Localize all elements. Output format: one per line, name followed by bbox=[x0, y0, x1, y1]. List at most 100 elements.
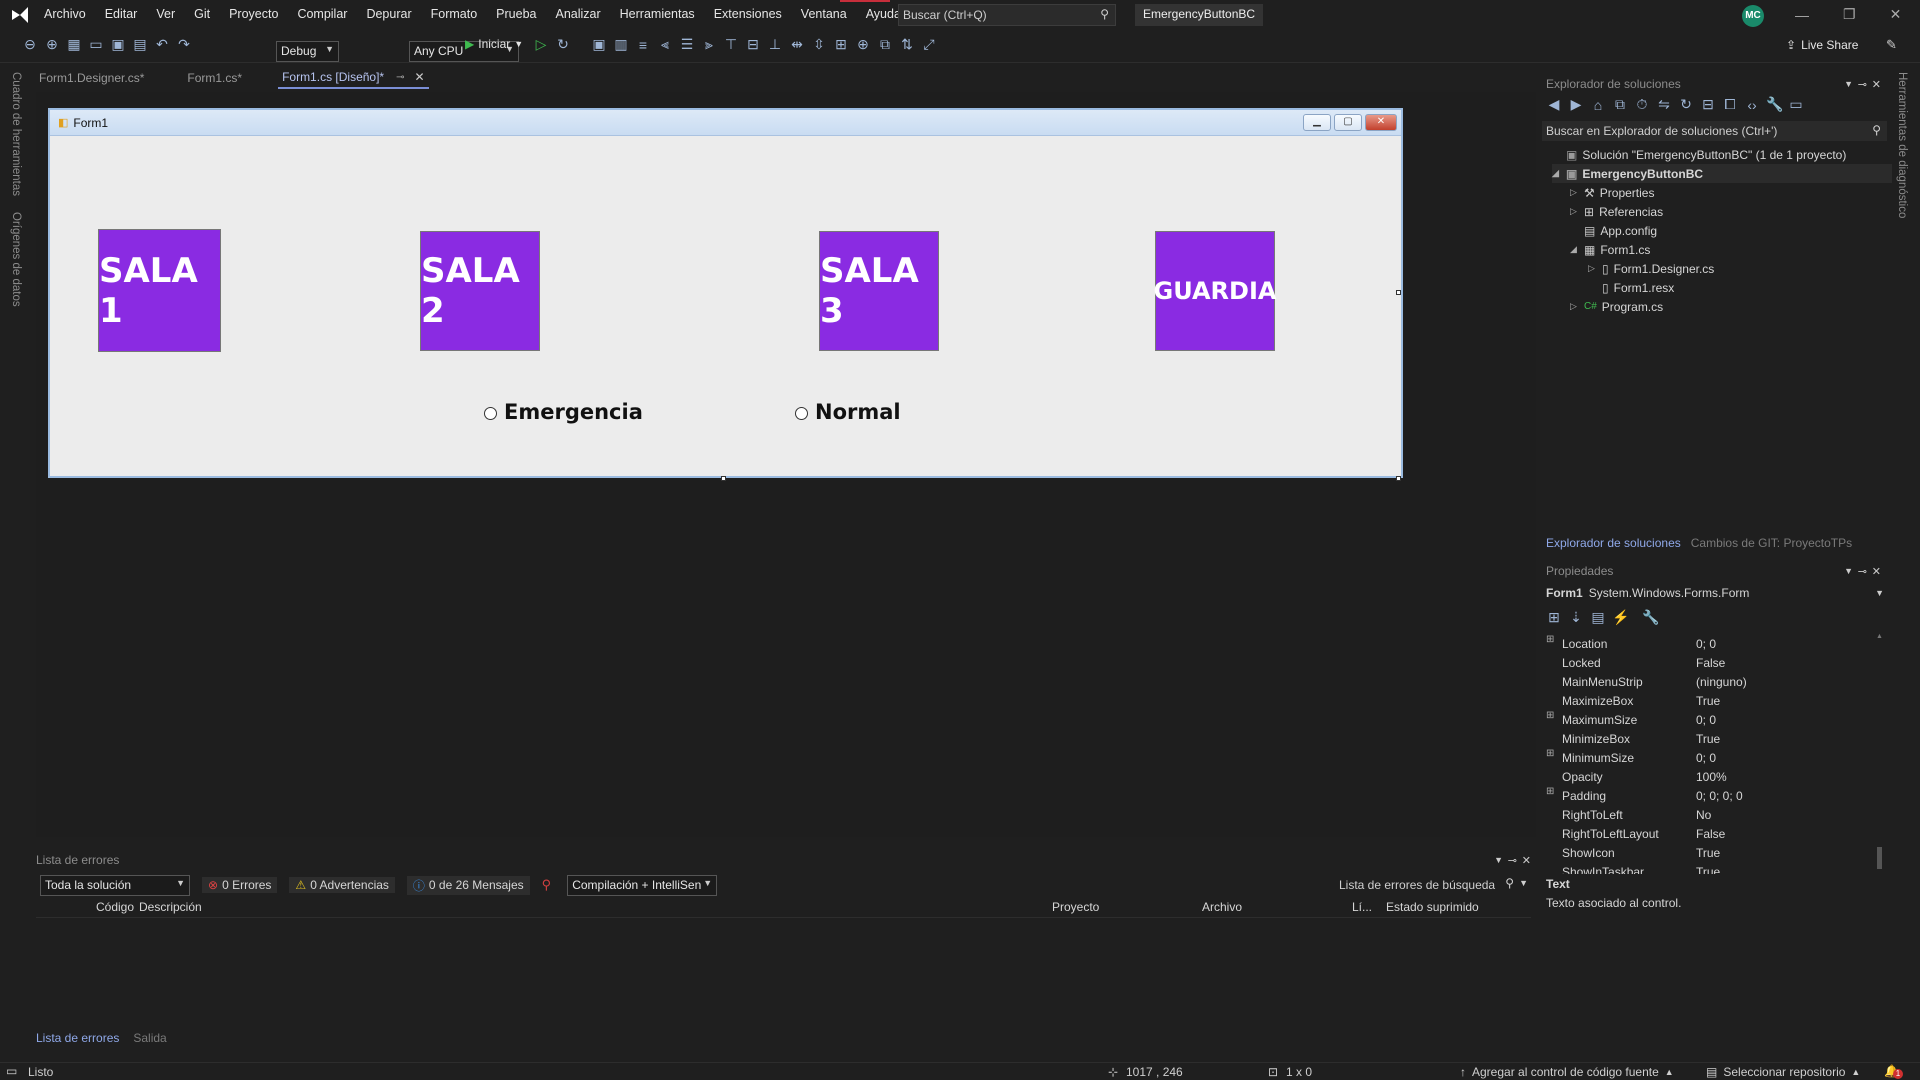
pin-icon[interactable]: ⊸ bbox=[1508, 854, 1517, 867]
errors-filter-button[interactable]: ⊗ 0 Errores bbox=[202, 877, 278, 893]
add-source-control-button[interactable]: ↑ Agregar al control de código fuente ▲ bbox=[1460, 1065, 1674, 1079]
tree-item-project[interactable]: ◢ ▣ EmergencyButtonBC bbox=[1552, 164, 1892, 183]
refresh-icon[interactable]: ↻ bbox=[1678, 96, 1694, 113]
menu-compilar[interactable]: Compilar bbox=[297, 7, 347, 21]
property-row-location[interactable]: ⊞ Location 0; 0 bbox=[1544, 634, 1884, 653]
start-button[interactable]: ▶ Iniciar ▼ bbox=[465, 37, 523, 51]
resize-handle-corner[interactable] bbox=[1396, 476, 1401, 481]
sync-icon[interactable]: ⇋ bbox=[1656, 96, 1672, 113]
menu-extensiones[interactable]: Extensiones bbox=[714, 7, 782, 21]
back-icon[interactable]: ⊖ bbox=[22, 36, 38, 53]
column-project[interactable]: Proyecto bbox=[1052, 900, 1099, 914]
close-window-icon[interactable]: ✕ bbox=[1890, 6, 1902, 23]
property-row-showintaskbar[interactable]: ShowInTaskbar True bbox=[1544, 862, 1884, 875]
categorized-icon[interactable]: ⊞ bbox=[1546, 609, 1562, 626]
menu-formato[interactable]: Formato bbox=[431, 7, 478, 21]
tab-output[interactable]: Salida bbox=[133, 1031, 166, 1045]
tab-form1-design[interactable]: Form1.cs [Diseño]* ⊸ ✕ bbox=[278, 67, 429, 89]
alphabetical-icon[interactable]: ⇣ bbox=[1568, 609, 1584, 626]
property-row-minimumsize[interactable]: ⊞ MinimumSize 0; 0 bbox=[1544, 748, 1884, 767]
align-left-icon[interactable]: ⫷ bbox=[657, 36, 673, 53]
tree-item-form1-cs[interactable]: ◢ ▦ Form1.cs bbox=[1552, 240, 1892, 259]
tab-form1-designer-cs[interactable]: Form1.Designer.cs* bbox=[39, 67, 144, 89]
warnings-filter-button[interactable]: ⚠ 0 Advertencias bbox=[289, 877, 395, 893]
tree-item-solution[interactable]: ▣ Solución "EmergencyButtonBC" (1 de 1 pr… bbox=[1552, 145, 1892, 164]
property-row-maximizebox[interactable]: MaximizeBox True bbox=[1544, 691, 1884, 710]
menu-ventana[interactable]: Ventana bbox=[801, 7, 847, 21]
browser-icon[interactable]: ▣ bbox=[591, 36, 607, 53]
tab-form1-cs[interactable]: Form1.cs* bbox=[187, 67, 242, 89]
property-value[interactable]: No bbox=[1696, 808, 1711, 822]
size-icon[interactable]: ⇳ bbox=[811, 36, 827, 53]
property-pages-icon[interactable]: 🔧 bbox=[1642, 609, 1659, 626]
property-value[interactable]: False bbox=[1696, 827, 1725, 841]
chevron-down-icon[interactable]: ▼ bbox=[1844, 566, 1853, 576]
format-icon[interactable]: ⤢ bbox=[921, 36, 937, 53]
messages-filter-button[interactable]: ⓘ 0 de 26 Mensajes bbox=[406, 875, 530, 895]
property-row-minimizebox[interactable]: MinimizeBox True bbox=[1544, 729, 1884, 748]
chevron-down-icon[interactable]: ▼ bbox=[1494, 855, 1503, 865]
align-icon[interactable]: ≡ bbox=[635, 37, 651, 53]
resize-handle-right[interactable] bbox=[1396, 290, 1401, 295]
save-icon[interactable]: ▣ bbox=[110, 36, 126, 53]
close-tab-icon[interactable]: ✕ bbox=[414, 70, 424, 84]
open-icon[interactable]: ▭ bbox=[88, 36, 104, 53]
search-box[interactable]: Buscar (Ctrl+Q) ⚲ bbox=[898, 4, 1116, 26]
property-row-mainmenustrip[interactable]: MainMenuStrip (ninguno) bbox=[1544, 672, 1884, 691]
forward-icon[interactable]: ⊕ bbox=[44, 36, 60, 53]
filter-icon[interactable]: ⚲ bbox=[542, 877, 552, 893]
diagnostic-tools-tab[interactable]: Herramientas de diagnóstico bbox=[1896, 72, 1908, 218]
property-value[interactable]: True bbox=[1696, 694, 1720, 708]
properties-scrollbar[interactable]: ▲ bbox=[1876, 633, 1883, 873]
sala-1-button[interactable]: SALA 1 bbox=[98, 229, 221, 352]
menu-depurar[interactable]: Depurar bbox=[366, 7, 411, 21]
column-suppression-state[interactable]: Estado suprimido bbox=[1386, 900, 1479, 914]
property-value[interactable]: (ninguno) bbox=[1696, 675, 1747, 689]
property-value[interactable]: 0; 0 bbox=[1696, 713, 1716, 727]
build-filter-dropdown[interactable]: Compilación + IntelliSen ▼ bbox=[567, 874, 718, 896]
radio-emergencia[interactable]: Emergencia bbox=[484, 400, 643, 424]
property-row-maximumsize[interactable]: ⊞ MaximumSize 0; 0 bbox=[1544, 710, 1884, 729]
pin-icon[interactable]: ⊸ bbox=[396, 72, 404, 83]
tree-item-program-cs[interactable]: ▷ C# Program.cs bbox=[1552, 297, 1892, 316]
zoom-icon[interactable]: ⊕ bbox=[855, 36, 871, 53]
grid-icon[interactable]: ⊞ bbox=[833, 36, 849, 53]
menu-ayuda[interactable]: Ayuda bbox=[866, 7, 901, 21]
form-close-button[interactable]: ✕ bbox=[1365, 114, 1397, 131]
start-without-debug-icon[interactable]: ▷ bbox=[533, 36, 549, 53]
property-value[interactable]: 100% bbox=[1696, 770, 1727, 784]
minimize-icon[interactable]: — bbox=[1795, 7, 1809, 23]
column-code[interactable]: Código bbox=[96, 900, 134, 914]
guardia-button[interactable]: GUARDIA bbox=[1154, 231, 1276, 351]
select-repository-button[interactable]: ▤ Seleccionar repositorio ▲ bbox=[1706, 1065, 1860, 1079]
show-all-files-icon[interactable]: ⧠ bbox=[1722, 96, 1738, 113]
align-middle-icon[interactable]: ⊟ bbox=[745, 36, 761, 53]
properties-view-icon[interactable]: ▤ bbox=[1590, 609, 1606, 626]
property-row-locked[interactable]: Locked False bbox=[1544, 653, 1884, 672]
tree-item-form1-designer[interactable]: ▷ ▯ Form1.Designer.cs bbox=[1552, 259, 1892, 278]
sala-2-button[interactable]: SALA 2 bbox=[420, 231, 540, 351]
menu-analizar[interactable]: Analizar bbox=[555, 7, 600, 21]
save-all-icon[interactable]: ▤ bbox=[132, 36, 148, 53]
tab-solution-explorer[interactable]: Explorador de soluciones bbox=[1546, 536, 1681, 550]
view-code-icon[interactable]: ‹› bbox=[1744, 97, 1760, 113]
tab-order-icon[interactable]: ⇅ bbox=[899, 36, 915, 53]
column-file[interactable]: Archivo bbox=[1202, 900, 1242, 914]
feedback-icon[interactable]: ✎ bbox=[1886, 37, 1897, 53]
switch-views-icon[interactable]: ⧉ bbox=[1612, 96, 1628, 113]
tree-item-form1-resx[interactable]: ▯ Form1.resx bbox=[1552, 278, 1892, 297]
menu-git[interactable]: Git bbox=[194, 7, 210, 21]
order-icon[interactable]: ⧉ bbox=[877, 36, 893, 53]
close-panel-icon[interactable]: ✕ bbox=[1872, 78, 1881, 91]
home-icon[interactable]: ⌂ bbox=[1590, 97, 1606, 113]
properties-object-selector[interactable]: Form1 System.Windows.Forms.Form ▼ bbox=[1546, 586, 1886, 600]
radio-normal[interactable]: Normal bbox=[795, 400, 901, 424]
tab-git-changes[interactable]: Cambios de GIT: ProyectoTPs bbox=[1691, 536, 1852, 550]
new-project-icon[interactable]: ▦ bbox=[66, 36, 82, 53]
properties-icon[interactable]: 🔧 bbox=[1766, 96, 1783, 113]
chevron-down-icon[interactable]: ▼ bbox=[1844, 79, 1853, 89]
user-avatar[interactable]: MC bbox=[1742, 5, 1764, 27]
config-dropdown[interactable]: Debug ▼ bbox=[276, 40, 339, 62]
forward-icon[interactable]: ▶ bbox=[1568, 96, 1584, 113]
redo-icon[interactable]: ↷ bbox=[176, 36, 192, 53]
